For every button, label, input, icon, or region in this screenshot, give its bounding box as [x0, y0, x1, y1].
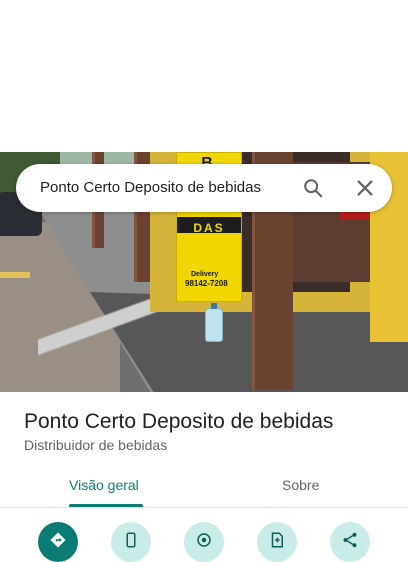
place-title: Ponto Certo Deposito de bebidas — [24, 410, 334, 433]
save-location-icon — [197, 533, 211, 547]
tab-about[interactable]: Sobre — [282, 477, 319, 493]
share-icon — [343, 532, 357, 548]
photo-water-bottle — [205, 303, 223, 342]
photo-road-line — [0, 272, 30, 278]
search-input[interactable]: Ponto Certo Deposito de bebidas — [40, 179, 261, 196]
tab-overview[interactable]: Visão geral — [69, 477, 139, 493]
tab-divider — [0, 507, 408, 508]
directions-icon — [50, 532, 66, 548]
phone-icon — [126, 532, 136, 548]
banner-text-delivery: Delivery — [191, 271, 219, 278]
map-blank-area — [0, 0, 408, 152]
banner-text-phone: 98142-7208 — [185, 279, 228, 288]
add-note-icon — [271, 532, 283, 548]
call-button[interactable] — [111, 522, 151, 562]
search-icon[interactable] — [302, 177, 324, 199]
add-note-button[interactable] — [257, 522, 297, 562]
share-button[interactable] — [330, 522, 370, 562]
search-bar[interactable]: Ponto Certo Deposito de bebidas — [16, 164, 392, 212]
directions-button[interactable] — [38, 522, 78, 562]
close-icon[interactable] — [354, 177, 376, 199]
banner-text-middle: DAS ADAS — [187, 221, 230, 249]
save-button[interactable] — [184, 522, 224, 562]
place-category[interactable]: Distribuidor de bebidas — [24, 437, 167, 453]
